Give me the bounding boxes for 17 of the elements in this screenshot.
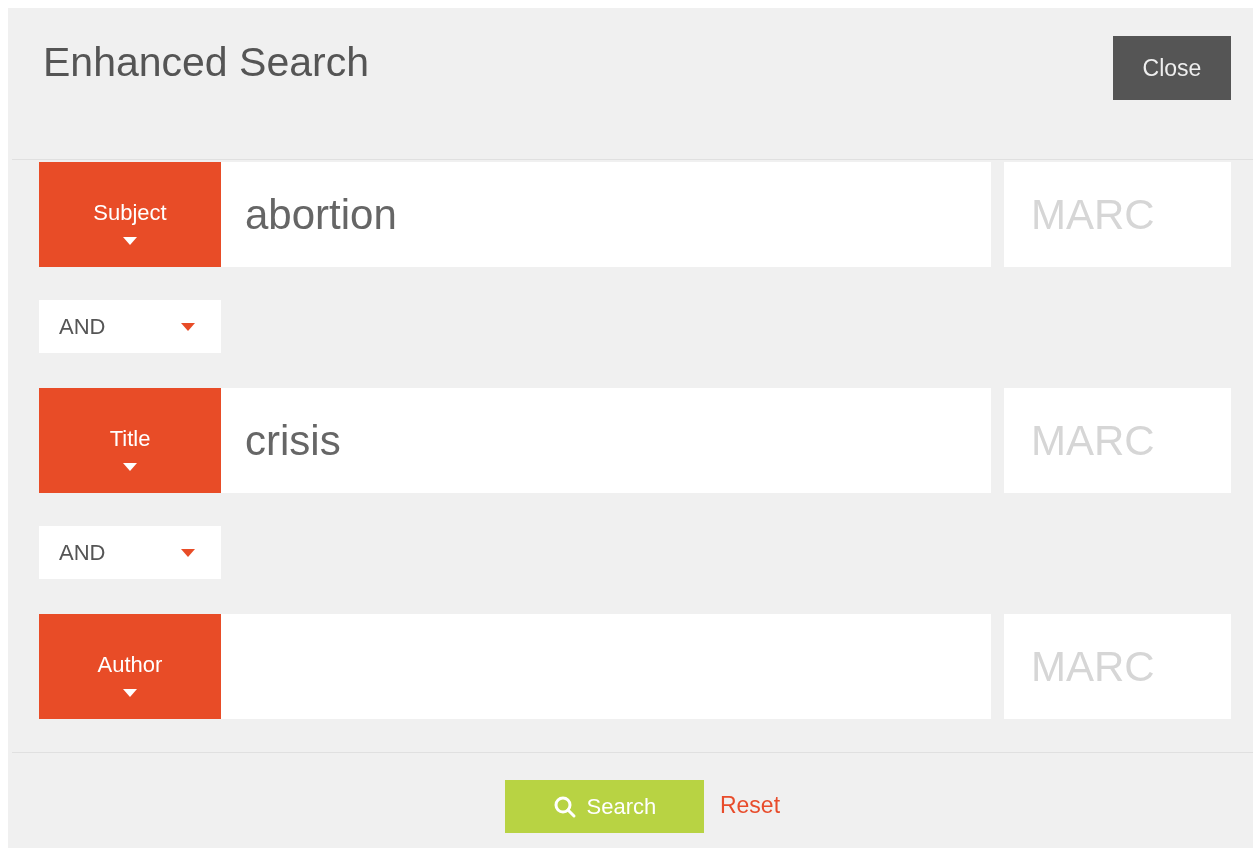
search-term-input[interactable]: crisis <box>221 388 991 493</box>
caret-icon <box>181 322 195 331</box>
caret-icon <box>123 689 137 697</box>
reset-link[interactable]: Reset <box>719 788 781 823</box>
search-term-input[interactable] <box>221 614 991 719</box>
caret-icon <box>123 463 137 471</box>
caret-icon <box>123 237 137 245</box>
dialog-title: Enhanced Search <box>43 42 369 83</box>
search-term-input[interactable]: abortion <box>221 162 991 267</box>
close-button[interactable]: Close <box>1113 36 1231 100</box>
field-dropdown[interactable]: Title <box>39 388 221 493</box>
operator-dropdown[interactable]: AND <box>39 526 221 579</box>
caret-icon <box>181 548 195 557</box>
search-icon <box>552 794 577 819</box>
field-dropdown[interactable]: Author <box>39 614 221 719</box>
operator-dropdown[interactable]: AND <box>39 300 221 353</box>
field-dropdown[interactable]: Subject <box>39 162 221 267</box>
